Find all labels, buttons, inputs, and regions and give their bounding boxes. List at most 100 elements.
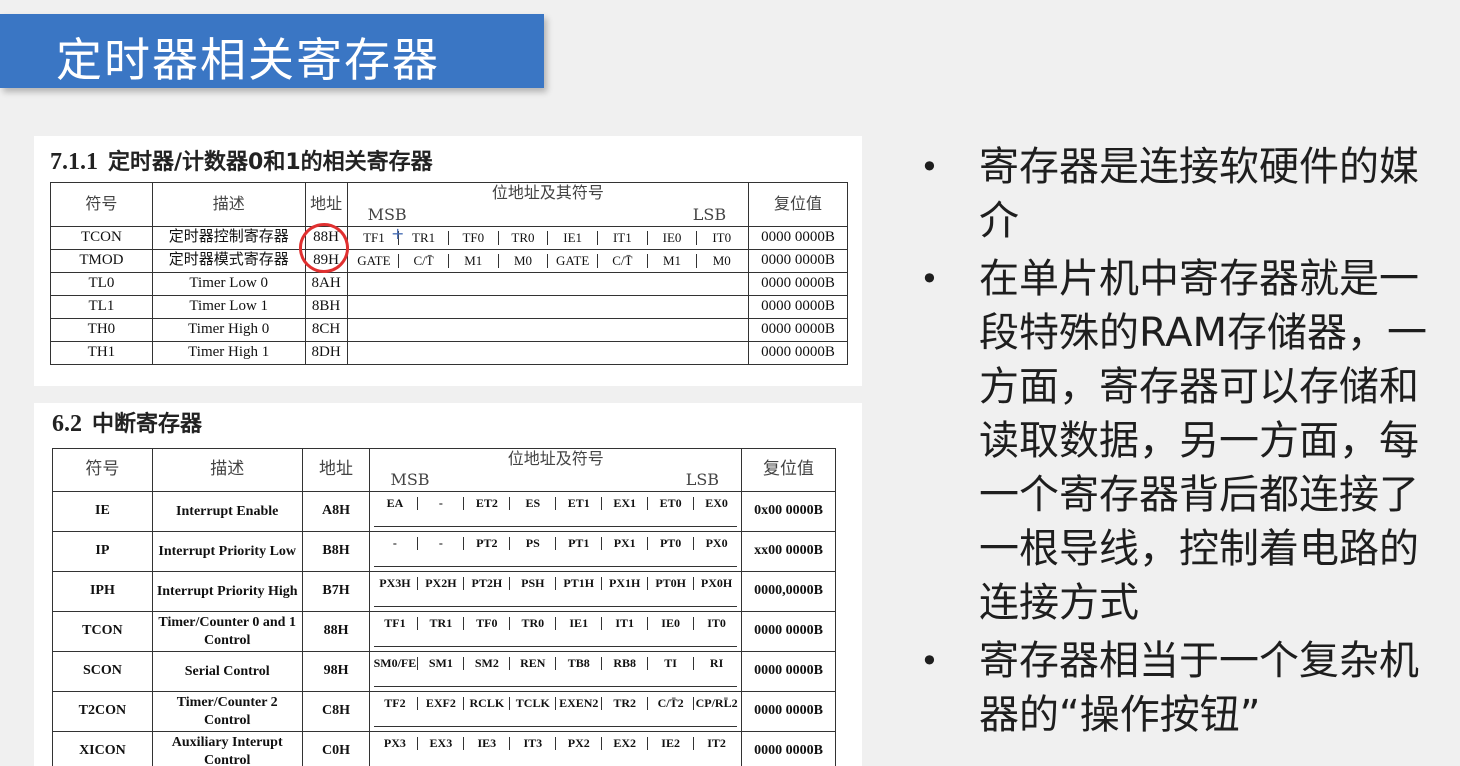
cell-bits: EA - ET2 ES ET1 EX1 ET0 EX0 (369, 491, 743, 532)
cell-symbol: TMOD (50, 249, 153, 273)
table-row: TL0 Timer Low 0 8AH 0000 0000B (50, 272, 848, 296)
header-bits: 位地址及符号 MSB LSB (369, 448, 743, 492)
bit-name: TI (648, 657, 695, 670)
bit-name: M0 (712, 253, 731, 269)
cell-reset: xx00 0000B (741, 531, 836, 572)
bit-name: C/T̄ (399, 254, 449, 268)
header-bits: 位地址及其符号 MSB LSB (346, 182, 750, 227)
bit-name: PX1H (602, 577, 649, 590)
cell-bits: GATE C/T̄ M1 M0 GATE C/T̄ M1 M0 (346, 249, 750, 273)
cell-symbol: IE (52, 491, 153, 532)
bit-name: TCLK (510, 697, 557, 710)
bit-name: SM2 (464, 657, 511, 670)
cell-symbol: TL0 (50, 272, 153, 296)
bit-name: - (418, 537, 465, 550)
cell-bits (346, 295, 750, 319)
timer-register-table: 符号 描述 地址 位地址及其符号 MSB LSB 复位值 TCON 定时器控制寄存… (50, 182, 848, 365)
cell-bits: SM0/FE SM1 SM2 REN TB8 RB8 TI RI (369, 651, 743, 692)
cell-desc: Interrupt Enable (151, 491, 303, 532)
cell-addr: 8AH (304, 272, 348, 296)
header-reset: 复位值 (748, 182, 848, 227)
header-addr: 地址 (301, 448, 371, 492)
table-row: SCON Serial Control 98H SM0/FE SM1 SM2 REN TB8 R… (52, 651, 836, 692)
cell-bits (346, 318, 750, 342)
section-number: 7.1.1 (50, 149, 98, 175)
header-msb: MSB (367, 205, 407, 225)
bit-list: PX3 EX3 IE3 IT3 PX2 EX2 IE2 IT2 (372, 737, 739, 750)
bullet-item: 寄存器相当于一个复杂机器的“操作按钮” (916, 634, 1456, 742)
cell-reset: 0000 0000B (748, 295, 848, 319)
bit-name: PX3 (372, 737, 419, 750)
bit-name: M0 (499, 254, 549, 268)
bit-name: ET2 (464, 497, 511, 510)
bit-list: SM0/FE SM1 SM2 REN TB8 RB8 TI RI (372, 657, 739, 670)
table-row: TL1 Timer Low 1 8BH 0000 0000B (50, 295, 848, 319)
bit-name: IE0 (648, 617, 695, 630)
bit-name: EXF2 (418, 697, 465, 710)
table-row: TCON Timer/Counter 0 and 1 Control 88H TF1 T… (52, 611, 836, 652)
cell-symbol: TH0 (50, 318, 153, 342)
cell-reset: 0000 0000B (748, 318, 848, 342)
cell-addr: C0H (301, 731, 371, 766)
cell-bits: TF1 TR1 TF0 TR0 IE1 IT1 IE0 IT0 (346, 226, 750, 250)
table-row: IP Interrupt Priority Low B8H - - PT2 PS PT1 PX1… (52, 531, 836, 572)
bit-name: PT0 (648, 537, 695, 550)
bit-name: TB8 (556, 657, 603, 670)
interrupt-registers-panel: 6.2 中断寄存器 符号 描述 地址 位地址及符号 MSB LSB 复位值 IE I… (34, 403, 862, 766)
bit-name: EX0 (705, 496, 728, 510)
cell-symbol: IP (52, 531, 153, 572)
table-row: TH0 Timer High 0 8CH 0000 0000B (50, 318, 848, 342)
cell-addr: B8H (301, 531, 371, 572)
cell-reset: 0000 0000B (748, 226, 848, 250)
cell-bits (346, 272, 750, 296)
bit-name: M1 (648, 254, 698, 268)
bit-name: EX1 (602, 497, 649, 510)
cell-addr: C8H (301, 691, 371, 732)
cell-addr: 8BH (304, 295, 348, 319)
bit-name: TR0 (499, 231, 549, 245)
bit-name: PT1 (556, 537, 603, 550)
cell-reset: 0000,0000B (741, 571, 836, 612)
bit-name: IE0 (648, 231, 698, 245)
bit-name: PX2 (556, 737, 603, 750)
cell-symbol: TCON (52, 611, 153, 652)
bit-name: PS (510, 537, 557, 550)
bit-name: SM1 (418, 657, 465, 670)
bit-address-line (374, 550, 738, 567)
bit-name: GATE (350, 254, 400, 268)
cell-desc: Interrupt Priority Low (151, 531, 303, 572)
bit-name: GATE (548, 254, 598, 268)
table-row: TCON 定时器控制寄存器 88H TF1 TR1 TF0 TR0 IE1 IT1 IE0 IT0 0… (50, 226, 848, 250)
bit-name: TF0 (464, 617, 511, 630)
bit-list: EA - ET2 ES ET1 EX1 ET0 EX0 (372, 497, 739, 510)
bit-list: TF1 TR1 TF0 TR0 IE1 IT1 IE0 IT0 (372, 617, 739, 630)
bit-address-line (374, 710, 738, 727)
bit-name: IE1 (556, 617, 603, 630)
bit-address-line (374, 630, 738, 647)
bit-name: IT1 (598, 231, 648, 245)
bit-name: PT1H (556, 577, 603, 590)
bit-name: EA (372, 497, 419, 510)
bit-name: - (372, 537, 419, 550)
bit-name: EXEN2 (556, 697, 603, 710)
bit-list: PX3H PX2H PT2H PSH PT1H PX1H PT0H PX0H (372, 577, 739, 590)
header-lsb: LSB (685, 470, 720, 490)
header-addr: 地址 (304, 182, 348, 227)
bit-name: REN (510, 657, 557, 670)
cell-desc: Timer/Counter 2 Control (151, 691, 303, 732)
bit-name: IE2 (648, 737, 695, 750)
header-desc: 描述 (151, 182, 306, 227)
bit-list: GATE C/T̄ M1 M0 GATE C/T̄ M1 M0 (350, 254, 747, 268)
bit-address-line (374, 750, 738, 766)
bit-name: TR1 (399, 231, 449, 245)
cell-symbol: TL1 (50, 295, 153, 319)
cell-symbol: SCON (52, 651, 153, 692)
bit-name: PT2 (464, 537, 511, 550)
bit-list: TF2 EXF2 RCLK TCLK EXEN2 TR2 C/T̄2 CP/RL̄2 (372, 697, 739, 710)
bit-name: PT0H (648, 577, 695, 590)
section-title-text: 定时器/计数器0和1的相关寄存器 (108, 150, 433, 175)
bit-name: PX0 (705, 536, 728, 550)
cell-reset: 0000 0000B (741, 611, 836, 652)
bit-name: TF2 (372, 697, 419, 710)
cell-addr: 88H (301, 611, 371, 652)
